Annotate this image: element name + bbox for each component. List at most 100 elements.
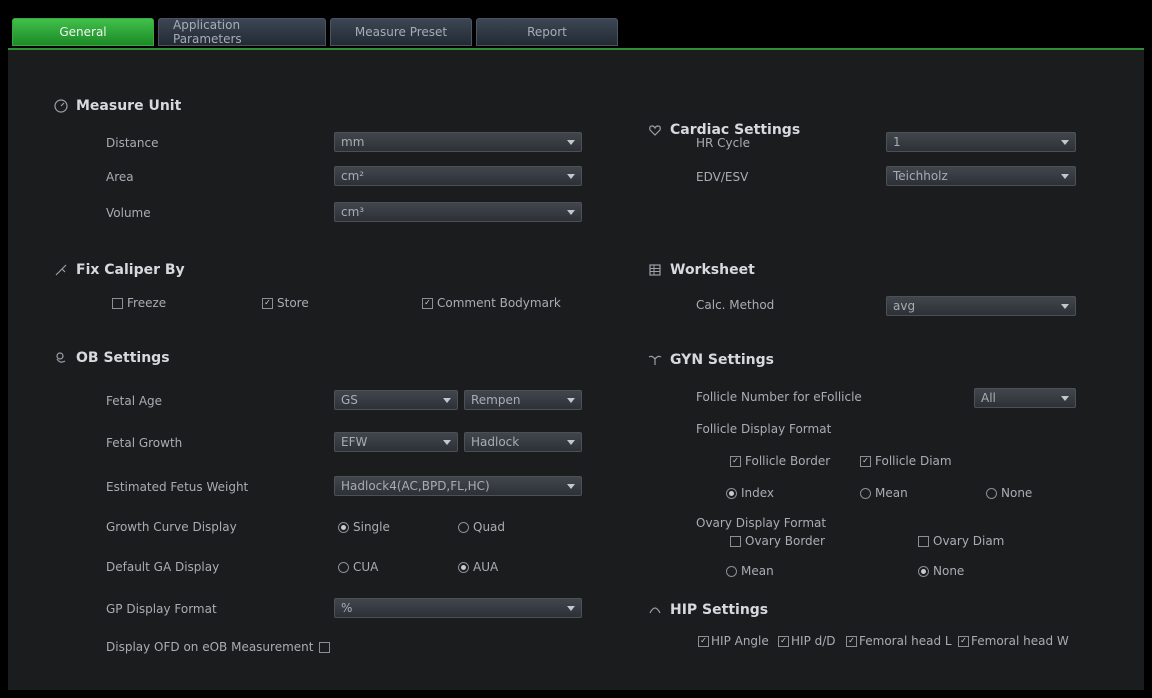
distance-label: Distance <box>106 136 159 150</box>
cua-label: CUA <box>353 560 379 574</box>
calc-method-label: Calc. Method <box>696 298 775 312</box>
chevron-down-icon <box>567 398 575 403</box>
hip-settings-title: HIP Settings <box>670 602 769 618</box>
follicle-number-label: Follicle Number for eFollicle <box>696 390 862 404</box>
ga-aua-radio[interactable]: AUA <box>458 560 498 574</box>
caliper-icon <box>55 264 67 276</box>
check-icon: ✓ <box>422 297 433 309</box>
display-ofd-label: Display OFD on eOB Measurement <box>106 640 314 654</box>
calc-method-select[interactable]: avg <box>886 296 1076 316</box>
single-label: Single <box>353 520 390 534</box>
fetal-growth-value: EFW <box>341 435 368 449</box>
freeze-label: Freeze <box>127 296 167 310</box>
check-icon: ✓ <box>730 455 741 467</box>
display-ofd-checkbox[interactable]: Display OFD on eOB Measurement <box>106 640 331 654</box>
fetal-growth-method-select[interactable]: Hadlock <box>464 432 582 452</box>
hr-cycle-label: HR Cycle <box>696 136 750 150</box>
fetal-growth-label: Fetal Growth <box>106 436 183 450</box>
fix-caliper-header: Fix Caliper By <box>54 262 185 278</box>
check-icon: ✓ <box>958 635 969 647</box>
fetal-age-select[interactable]: GS <box>334 390 458 410</box>
chevron-down-icon <box>567 440 575 445</box>
checkbox-box <box>730 535 741 547</box>
volume-select[interactable]: cm³ <box>334 202 582 222</box>
hip-angle-label: HIP Angle <box>711 634 769 648</box>
chevron-down-icon <box>1061 396 1069 401</box>
default-ga-display-label: Default GA Display <box>106 560 220 574</box>
radio-selected-icon <box>726 487 737 499</box>
area-select[interactable]: cm² <box>334 166 582 186</box>
hr-cycle-select[interactable]: 1 <box>886 132 1076 152</box>
ovary-diam-checkbox[interactable]: Ovary Diam <box>918 534 1004 548</box>
ovary-none-label: None <box>933 564 965 578</box>
chevron-down-icon <box>443 440 451 445</box>
follicle-number-select[interactable]: All <box>974 388 1076 408</box>
ovary-mean-radio[interactable]: Mean <box>726 564 774 578</box>
follicle-number-value: All <box>981 391 996 405</box>
store-checkbox[interactable]: ✓ Store <box>262 296 309 310</box>
gp-display-format-select[interactable]: % <box>334 598 582 618</box>
fetal-growth-method-value: Hadlock <box>471 435 520 449</box>
follicle-mean-radio[interactable]: Mean <box>860 486 908 500</box>
checkbox-box <box>112 297 123 309</box>
femoral-head-w-label: Femoral head W <box>971 634 1069 648</box>
volume-label: Volume <box>106 206 151 220</box>
index-label: Index <box>741 486 775 500</box>
heart-icon <box>649 125 661 136</box>
store-label: Store <box>277 296 309 310</box>
follicle-display-format-label: Follicle Display Format <box>696 422 832 436</box>
femoral-head-l-checkbox[interactable]: ✓ Femoral head L <box>846 634 952 648</box>
comment-bodymark-checkbox[interactable]: ✓ Comment Bodymark <box>422 296 561 310</box>
uterus-icon <box>648 355 662 365</box>
ovary-none-radio[interactable]: None <box>918 564 964 578</box>
growth-curve-single-radio[interactable]: Single <box>338 520 390 534</box>
follicle-index-radio[interactable]: Index <box>726 486 774 500</box>
edv-esv-label: EDV/ESV <box>696 170 749 184</box>
area-label: Area <box>106 170 134 184</box>
tab-report[interactable]: Report <box>476 18 618 46</box>
follicle-none-radio[interactable]: None <box>986 486 1032 500</box>
fetal-age-method-select[interactable]: Rempen <box>464 390 582 410</box>
edv-esv-value: Teichholz <box>893 169 948 183</box>
fetal-growth-select[interactable]: EFW <box>334 432 458 452</box>
ovary-border-checkbox[interactable]: Ovary Border <box>730 534 825 548</box>
ga-cua-radio[interactable]: CUA <box>338 560 378 574</box>
estimated-fetus-weight-label: Estimated Fetus Weight <box>106 480 249 494</box>
tab-application-parameters[interactable]: Application Parameters <box>158 18 326 46</box>
radio-selected-icon <box>918 565 929 577</box>
follicle-diam-checkbox[interactable]: ✓ Follicle Diam <box>860 454 952 468</box>
worksheet-title: Worksheet <box>670 262 755 278</box>
none-label: None <box>1001 486 1033 500</box>
radio-icon <box>338 561 349 573</box>
ob-settings-title: OB Settings <box>76 350 170 366</box>
hip-settings-header: HIP Settings <box>648 602 768 618</box>
chevron-down-icon <box>1061 174 1069 179</box>
radio-icon <box>986 487 997 499</box>
tab-bar: General Application Parameters Measure P… <box>12 18 618 48</box>
distance-select[interactable]: mm <box>334 132 582 152</box>
radio-selected-icon <box>458 561 469 573</box>
calc-method-value: avg <box>893 299 916 313</box>
gyn-settings-header: GYN Settings <box>648 352 774 368</box>
hr-cycle-value: 1 <box>893 135 901 149</box>
fetal-age-method-value: Rempen <box>471 393 521 407</box>
femoral-head-w-checkbox[interactable]: ✓ Femoral head W <box>958 634 1069 648</box>
hip-dd-checkbox[interactable]: ✓ HIP d/D <box>778 634 836 648</box>
chevron-down-icon <box>1061 304 1069 309</box>
follicle-border-checkbox[interactable]: ✓ Follicle Border <box>730 454 830 468</box>
chevron-down-icon <box>1061 140 1069 145</box>
follicle-border-label: Follicle Border <box>745 454 831 468</box>
quad-label: Quad <box>473 520 506 534</box>
growth-curve-quad-radio[interactable]: Quad <box>458 520 505 534</box>
tab-measure-preset[interactable]: Measure Preset <box>330 18 472 46</box>
worksheet-header: Worksheet <box>648 262 755 278</box>
freeze-checkbox[interactable]: Freeze <box>112 296 166 310</box>
gauge-icon <box>54 99 68 113</box>
chevron-down-icon <box>567 606 575 611</box>
hip-angle-checkbox[interactable]: ✓ HIP Angle <box>698 634 769 648</box>
distance-value: mm <box>341 135 365 149</box>
edv-esv-select[interactable]: Teichholz <box>886 166 1076 186</box>
estimated-fetus-weight-select[interactable]: Hadlock4(AC,BPD,FL,HC) <box>334 476 582 496</box>
chevron-down-icon <box>567 174 575 179</box>
tab-general[interactable]: General <box>12 18 154 46</box>
